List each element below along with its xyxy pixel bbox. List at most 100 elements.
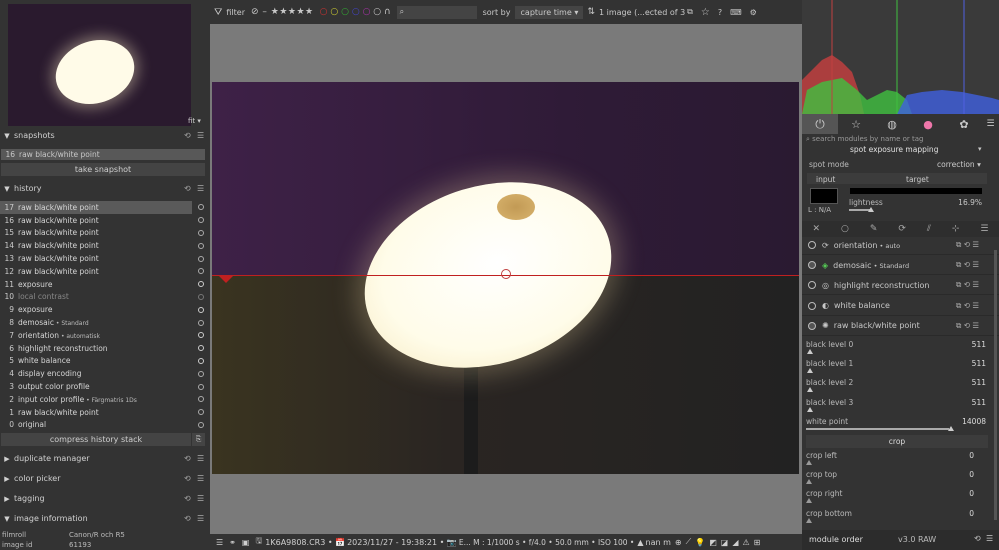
slider-handle[interactable] xyxy=(807,387,813,393)
power-icon[interactable] xyxy=(808,261,816,270)
gear-icon[interactable]: ⚙ xyxy=(750,8,757,17)
reset-icon[interactable]: ⟲ xyxy=(184,184,191,193)
zoom-fit-select[interactable]: fit ▾ xyxy=(188,117,201,125)
guide-marker[interactable] xyxy=(218,275,234,283)
brush-icon[interactable]: ⟳ xyxy=(898,224,906,234)
module-actions-icons[interactable]: ⧉ ⟲ ☰ xyxy=(956,260,979,270)
input-color-swatch[interactable] xyxy=(810,188,838,204)
slider-handle[interactable] xyxy=(806,479,812,485)
history-item[interactable]: 11 exposure xyxy=(0,278,210,291)
module-row[interactable]: ⟳ orientation • auto ⧉ ⟲ ☰ xyxy=(802,236,999,255)
slider-handle[interactable] xyxy=(948,425,954,431)
history-item[interactable]: 0 original xyxy=(0,419,210,432)
target-color-swatch[interactable] xyxy=(850,188,982,194)
history-item[interactable]: 5 white balance xyxy=(0,355,210,368)
snapshots-header[interactable]: ▼ snapshots ⟲ ☰ xyxy=(0,127,210,144)
snapshot-item[interactable]: 16 raw black/white point xyxy=(1,149,205,160)
circle-icon[interactable]: ○ xyxy=(841,224,849,234)
presets-icon[interactable]: ☰ xyxy=(197,474,204,483)
keyboard-icon[interactable]: ⌨ xyxy=(730,8,742,17)
power-icon[interactable] xyxy=(808,241,816,249)
presets-icon[interactable]: ☰ xyxy=(197,131,204,140)
presets-icon[interactable]: ☰ xyxy=(197,514,204,523)
pen-icon[interactable]: ✎ xyxy=(870,224,878,234)
power-icon[interactable] xyxy=(808,321,816,330)
drawn-mask-icon[interactable]: ⊹ xyxy=(952,224,960,234)
module-row[interactable]: ◎ highlight reconstruction ⧉ ⟲ ☰ xyxy=(802,276,999,296)
compress-history-button[interactable]: compress history stack xyxy=(1,433,191,446)
module-actions-icons[interactable]: ⧉ ⟲ ☰ xyxy=(956,301,979,311)
presets-menu-icon[interactable]: ☰ xyxy=(982,119,999,129)
reset-icon[interactable]: ⟲ xyxy=(184,494,191,503)
gradient-icon[interactable]: ⫽ xyxy=(927,224,931,234)
take-snapshot-button[interactable]: take snapshot xyxy=(1,163,205,176)
active-modules-tab[interactable]: ⏻ xyxy=(802,114,838,134)
scrollbar[interactable] xyxy=(994,250,997,520)
presets-icon[interactable]: ☰ xyxy=(197,184,204,193)
sort-order-icon[interactable]: ⇅ xyxy=(587,7,595,17)
group-icon[interactable]: ⚭ xyxy=(229,538,236,547)
history-item[interactable]: 17 raw black/white point xyxy=(0,201,204,214)
favorites-tab[interactable]: ☆ xyxy=(838,118,874,131)
module-row[interactable]: ◈ demosaic • Standard ⧉ ⟲ ☰ xyxy=(802,256,999,276)
presets-icon[interactable]: ☰ xyxy=(197,454,204,463)
crop-slider[interactable]: crop bottom 0 xyxy=(806,509,986,528)
crop-slider[interactable]: crop right 0 xyxy=(806,489,986,508)
module-actions-icons[interactable]: ⧉ ⟲ ☰ xyxy=(956,240,979,250)
correct-tab[interactable]: ✿ xyxy=(946,118,982,131)
module-order-version[interactable]: v3.0 RAW xyxy=(898,535,936,544)
history-item[interactable]: 13 raw black/white point xyxy=(0,252,210,265)
history-item[interactable]: 9 exposure xyxy=(0,303,210,316)
presets-icon[interactable]: ☰ xyxy=(986,534,993,543)
reset-icon[interactable]: ⟲ xyxy=(184,131,191,140)
slider-handle[interactable] xyxy=(807,406,813,412)
histogram[interactable] xyxy=(802,0,999,114)
color-picker-header[interactable]: ▶ color picker ⟲ ☰ xyxy=(0,470,210,487)
module-search-input[interactable]: ⌕ search modules by name or tag xyxy=(806,135,996,145)
menu-icon[interactable]: ☰ xyxy=(216,538,223,547)
bulb-icon[interactable]: 💡 xyxy=(695,538,705,547)
text-search-input[interactable]: ⌕ xyxy=(396,5,477,19)
help-icon[interactable]: ? xyxy=(718,8,722,17)
display-icon[interactable]: ▣ xyxy=(242,538,250,547)
history-item[interactable]: 12 raw black/white point xyxy=(0,265,210,278)
presets-icon[interactable]: ☰ xyxy=(197,494,204,503)
power-icon[interactable] xyxy=(808,301,816,310)
star-icon[interactable]: ☆ xyxy=(701,7,710,18)
close-icon[interactable]: ✕ xyxy=(812,224,820,234)
sort-select[interactable]: capture time ▾ xyxy=(515,5,584,19)
copy-icon[interactable]: ⧉ xyxy=(687,7,693,17)
history-item[interactable]: 6 highlight reconstruction xyxy=(0,342,210,355)
slider-handle[interactable] xyxy=(807,349,813,354)
history-item[interactable]: 10 local contrast xyxy=(0,291,210,304)
module-row[interactable]: ✺ raw black/white point ⧉ ⟲ ☰ xyxy=(802,317,999,336)
crop-slider[interactable]: crop left 0 xyxy=(806,451,986,470)
slider[interactable]: white point 14008 xyxy=(806,417,986,436)
slider-handle[interactable] xyxy=(806,460,812,465)
history-item[interactable]: 14 raw black/white point xyxy=(0,239,210,252)
truncate-history-icon[interactable]: ⎘ xyxy=(192,433,205,446)
history-item[interactable]: 16 raw black/white point xyxy=(0,214,210,227)
lightness-slider[interactable]: lightness 16.9% xyxy=(849,198,982,217)
slider-handle[interactable] xyxy=(868,207,874,212)
slider[interactable]: black level 2 511 xyxy=(806,378,986,397)
duplicate-manager-header[interactable]: ▶ duplicate manager ⟲ ☰ xyxy=(0,450,210,467)
focus-icon[interactable]: ⊕ xyxy=(675,538,682,547)
slider[interactable]: black level 1 511 xyxy=(806,359,986,378)
rating-filter[interactable]: ⊘ – ★★★★★ xyxy=(251,7,314,17)
style-icon[interactable]: ⟋ xyxy=(686,537,692,547)
slider-handle[interactable] xyxy=(806,498,812,504)
image-canvas[interactable] xyxy=(210,24,802,534)
tagging-header[interactable]: ▶ tagging ⟲ ☰ xyxy=(0,490,210,507)
history-item[interactable]: 4 display encoding xyxy=(0,367,210,380)
gamut-icon[interactable]: ◢ xyxy=(732,538,738,547)
grid-icon[interactable]: ⊞ xyxy=(754,538,761,547)
reset-icon[interactable]: ⟲ xyxy=(184,514,191,523)
image-information-header[interactable]: ▼ image information ⟲ ☰ xyxy=(0,510,210,527)
reset-icon[interactable]: ⟲ xyxy=(184,454,191,463)
reset-icon[interactable]: ⟲ xyxy=(974,534,981,543)
photo[interactable] xyxy=(212,82,799,474)
slider-handle[interactable] xyxy=(806,517,812,523)
navigation-thumbnail[interactable] xyxy=(8,4,191,126)
power-icon[interactable] xyxy=(808,281,816,290)
